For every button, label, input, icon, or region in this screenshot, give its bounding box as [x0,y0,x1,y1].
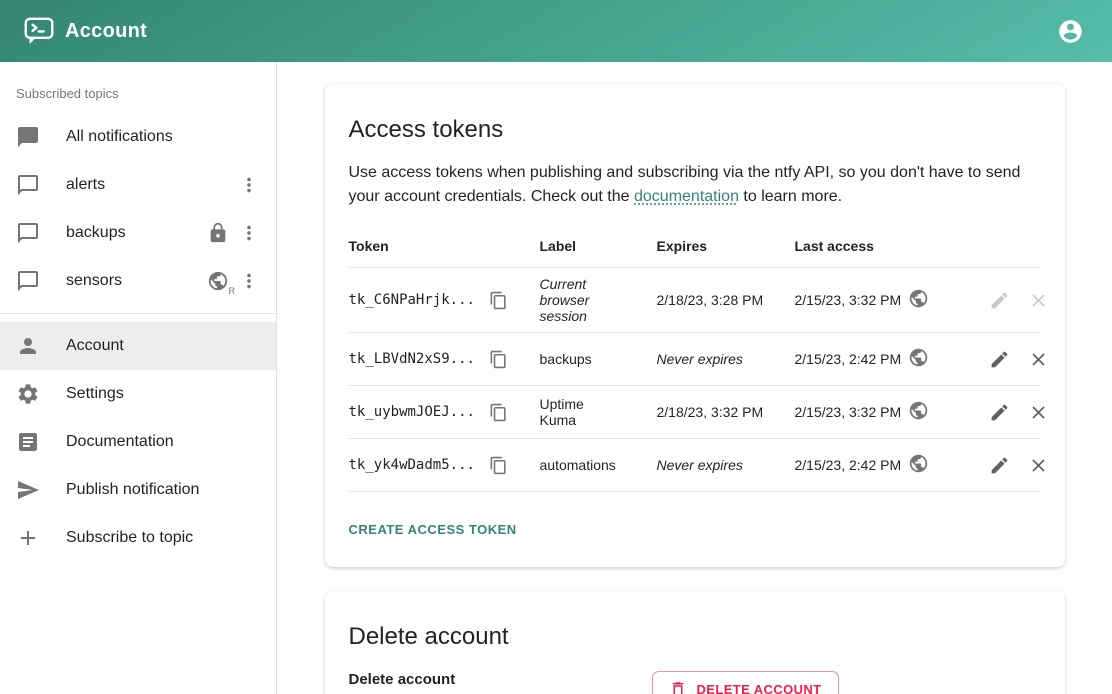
globe-reserved-icon: R [207,270,229,292]
app-header: Account [0,0,1112,62]
gear-icon [16,382,40,406]
tokens-table-header: Token Label Expires Last access [349,225,1041,268]
close-x-icon[interactable] [1026,347,1051,372]
token-row: tk_yk4wDadm5... automations Never expire… [349,439,1041,492]
globe-icon [908,347,929,371]
copy-icon[interactable] [487,454,510,477]
sidebar-item-account[interactable]: Account [0,322,276,370]
topic-menu-icon[interactable] [236,268,262,294]
send-icon [16,478,40,502]
sidebar-item-label: sensors [66,272,207,290]
sidebar-item-label: All notifications [66,128,262,146]
topic-menu-icon[interactable] [236,172,262,198]
sidebar-item-settings[interactable]: Settings [0,370,276,418]
lock-icon [207,222,229,244]
chat-bubble-outline-icon [16,173,40,197]
token-expires: Never expires [657,343,795,375]
pencil-icon[interactable] [987,453,1012,478]
main-content: Access tokens Use access tokens when pub… [277,62,1112,694]
sidebar-item-backups[interactable]: backups [0,209,276,257]
article-icon [16,430,40,454]
token-row: tk_LBVdN2xS9... backups Never expires 2/… [349,333,1041,386]
sidebar-item-all-notifications[interactable]: All notifications [0,113,276,161]
pencil-icon[interactable] [987,400,1012,425]
sidebar: Subscribed topics All notifications aler… [0,62,277,694]
sidebar-item-label: Documentation [66,433,262,451]
description-text: to learn more. [739,188,842,205]
person-icon [16,334,40,358]
column-header-token: Token [349,225,540,267]
trash-icon [669,680,687,694]
token-last-access: 2/15/23, 2:42 PM [795,457,902,473]
sidebar-item-label: Publish notification [66,481,262,499]
globe-icon [908,288,929,312]
sidebar-item-label: alerts [66,176,236,194]
delete-account-button-label: DELETE ACCOUNT [697,682,822,694]
chat-bubble-outline-icon [16,221,40,245]
token-label: automations [540,449,657,481]
reserved-marker: R [229,286,236,296]
token-value: tk_yk4wDadm5... [349,457,475,473]
token-label: Current browser session [540,276,606,324]
copy-icon[interactable] [487,348,510,371]
token-label: backups [540,343,657,375]
chat-bubble-outline-icon [16,269,40,293]
chat-bubble-filled-icon [16,125,40,149]
create-access-token-button[interactable]: CREATE ACCESS TOKEN [349,516,517,543]
access-tokens-title: Access tokens [349,116,1041,144]
token-last-access: 2/15/23, 3:32 PM [795,292,902,308]
topic-menu-icon[interactable] [236,220,262,246]
token-last-access: 2/15/23, 3:32 PM [795,404,902,420]
delete-account-row-title: Delete account [349,671,652,688]
sidebar-item-label: Subscribe to topic [66,529,262,547]
copy-icon[interactable] [487,289,510,312]
sidebar-item-sensors[interactable]: sensors R [0,257,276,305]
token-row: tk_uybwmJOEJ... Uptime Kuma 2/18/23, 3:3… [349,386,1041,439]
account-circle-icon[interactable] [1051,12,1090,51]
ntfy-logo-icon [24,16,54,46]
delete-account-button[interactable]: DELETE ACCOUNT [652,671,839,694]
documentation-link[interactable]: documentation [634,188,739,205]
token-last-access: 2/15/23, 2:42 PM [795,351,902,367]
globe-icon [908,453,929,477]
sidebar-divider [0,313,276,314]
close-x-icon[interactable] [1026,400,1051,425]
token-value: tk_uybwmJOEJ... [349,404,475,420]
close-x-icon [1026,288,1051,313]
pencil-icon [987,288,1012,313]
token-value: tk_C6NPaHrjk... [349,292,475,308]
subscribed-topics-subheader: Subscribed topics [0,72,276,113]
token-expires: Never expires [657,449,795,481]
sidebar-item-subscribe-to-topic[interactable]: Subscribe to topic [0,514,276,562]
close-x-icon[interactable] [1026,453,1051,478]
sidebar-item-publish-notification[interactable]: Publish notification [0,466,276,514]
delete-account-title: Delete account [349,623,1041,651]
copy-icon[interactable] [487,401,510,424]
sidebar-item-documentation[interactable]: Documentation [0,418,276,466]
sidebar-item-alerts[interactable]: alerts [0,161,276,209]
pencil-icon[interactable] [987,347,1012,372]
column-header-expires: Expires [657,225,795,267]
token-value: tk_LBVdN2xS9... [349,351,475,367]
token-label: Uptime Kuma [540,396,606,428]
sidebar-item-label: backups [66,224,207,242]
page-title: Account [65,20,147,43]
access-tokens-description: Use access tokens when publishing and su… [349,161,1041,209]
sidebar-item-label: Settings [66,385,262,403]
token-row: tk_C6NPaHrjk... Current browser session … [349,268,1041,333]
column-header-label: Label [540,225,657,267]
globe-icon [908,400,929,424]
ntfy-app: Account Subscribed topics All notificati… [0,0,1112,694]
delete-account-card: Delete account Delete account Permanentl… [325,591,1065,694]
tokens-table: Token Label Expires Last access tk_C6NPa… [349,225,1041,492]
column-header-last-access: Last access [795,225,987,267]
token-expires: 2/18/23, 3:32 PM [657,396,795,428]
sidebar-item-label: Account [66,337,262,355]
plus-icon [16,526,40,550]
token-expires: 2/18/23, 3:28 PM [657,284,795,316]
access-tokens-card: Access tokens Use access tokens when pub… [325,84,1065,567]
